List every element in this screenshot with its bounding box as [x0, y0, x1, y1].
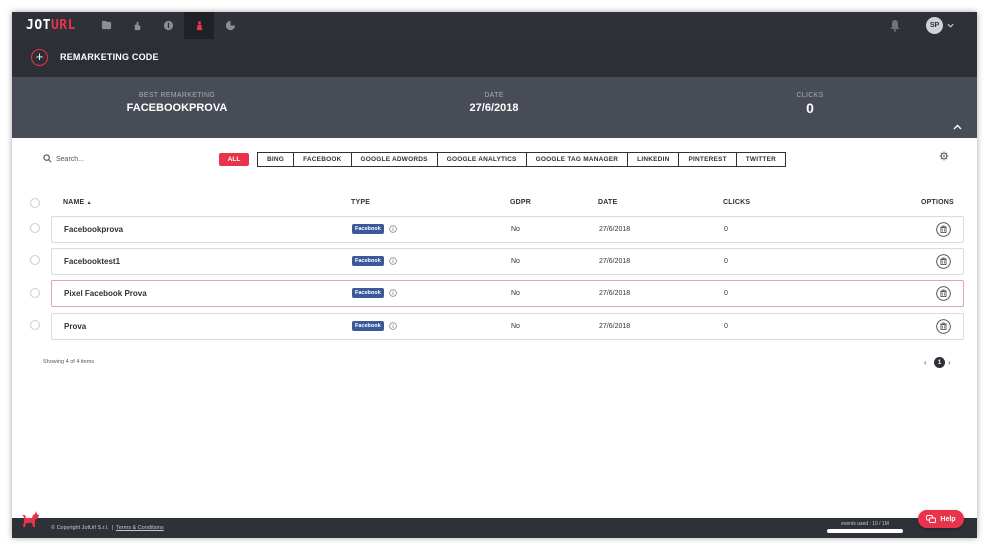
info-icon[interactable]	[389, 257, 397, 265]
copyright: © Copyright JotUrl S.r.l. | Terms & Cond…	[51, 525, 164, 531]
stat-best-remarketing: BEST REMARKETING FACEBOOKPROVA	[122, 92, 232, 114]
column-header-gdpr: GDPR	[510, 199, 532, 206]
info-icon[interactable]	[389, 289, 397, 297]
events-usage-bar	[827, 529, 903, 533]
row-gdpr: No	[511, 323, 520, 330]
filter-bing[interactable]: BING	[258, 153, 295, 166]
row-clicks: 0	[724, 323, 728, 330]
stat-label: DATE	[484, 92, 504, 99]
info-icon[interactable]	[389, 225, 397, 233]
delete-icon[interactable]	[936, 286, 951, 301]
delete-icon[interactable]	[936, 222, 951, 237]
chevron-up-icon[interactable]	[953, 124, 962, 130]
column-header-name[interactable]: NAME ▲	[63, 199, 92, 206]
row-date: 27/6/2018	[599, 323, 631, 330]
gear-icon[interactable]	[939, 151, 949, 161]
filter-button-group: BING FACEBOOK GOOGLE ADWORDS GOOGLE ANAL…	[257, 152, 787, 167]
user-avatar[interactable]: SP	[926, 17, 943, 34]
search-input[interactable]	[56, 153, 176, 165]
row-checkbox[interactable]	[30, 320, 40, 330]
stats-summary: BEST REMARKETING FACEBOOKPROVA DATE 27/6…	[12, 77, 977, 138]
stat-date: DATE 27/6/2018	[444, 92, 544, 114]
nav-stats-icon[interactable]	[215, 12, 245, 39]
pagination-page[interactable]: 1	[934, 357, 945, 368]
nav-remarketing-icon[interactable]	[184, 12, 214, 39]
row-name: Prova	[64, 322, 87, 331]
chevron-down-icon[interactable]	[947, 22, 954, 29]
chat-icon	[926, 515, 937, 523]
filter-google-adwords[interactable]: GOOGLE ADWORDS	[352, 153, 438, 166]
row-date: 27/6/2018	[599, 226, 631, 233]
table-row[interactable]: Prova Facebook No 27/6/2018 0	[51, 313, 964, 340]
top-nav-bar: JOTURL SP	[12, 12, 977, 39]
column-header-type: TYPE	[351, 199, 371, 206]
stat-label: BEST REMARKETING	[138, 92, 216, 99]
page-header: + REMARKETING CODE	[12, 39, 977, 77]
row-clicks: 0	[724, 290, 728, 297]
filter-facebook[interactable]: FACEBOOK	[294, 153, 352, 166]
column-header-options: OPTIONS	[921, 199, 954, 206]
delete-icon[interactable]	[936, 319, 951, 334]
stat-value: 0	[806, 100, 814, 116]
copyright-text: © Copyright JotUrl S.r.l.	[51, 525, 109, 531]
row-gdpr: No	[511, 290, 520, 297]
column-header-clicks: CLICKS	[723, 199, 751, 206]
footer: © Copyright JotUrl S.r.l. | Terms & Cond…	[12, 511, 977, 538]
help-button[interactable]: Help	[918, 510, 964, 528]
add-remarketing-button[interactable]: +	[31, 49, 48, 66]
filter-pinterest[interactable]: PINTEREST	[679, 153, 737, 166]
logo-text: JOT	[26, 18, 51, 33]
items-summary: Showing 4 of 4 items	[43, 359, 95, 365]
filter-google-tag-manager[interactable]: GOOGLE TAG MANAGER	[527, 153, 629, 166]
type-badge: Facebook	[352, 224, 384, 234]
events-used-label: events used : 10 / 1M	[841, 521, 889, 527]
footer-separator: |	[111, 525, 114, 531]
filter-twitter[interactable]: TWITTER	[737, 153, 785, 166]
page-title: REMARKETING CODE	[60, 52, 159, 62]
column-header-date: DATE	[598, 199, 618, 206]
table-row[interactable]: Facebooktest1 Facebook No 27/6/2018 0	[51, 248, 964, 275]
stat-label: CLICKS	[796, 92, 824, 99]
row-date: 27/6/2018	[599, 258, 631, 265]
filter-linkedin[interactable]: LINKEDIN	[628, 153, 680, 166]
select-all-checkbox[interactable]	[30, 198, 40, 208]
nav-links-icon[interactable]	[91, 12, 121, 39]
terms-link[interactable]: Terms & Conditions	[116, 525, 164, 531]
type-badge: Facebook	[352, 256, 384, 266]
type-badge: Facebook	[352, 288, 384, 298]
row-name: Facebookprova	[64, 225, 124, 234]
row-clicks: 0	[724, 258, 728, 265]
row-checkbox[interactable]	[30, 288, 40, 298]
table-row[interactable]: Pixel Facebook Prova Facebook No 27/6/20…	[51, 280, 964, 307]
search-icon	[43, 154, 52, 163]
row-name: Facebooktest1	[64, 257, 121, 266]
nav-billing-icon[interactable]	[153, 12, 183, 39]
help-label: Help	[940, 515, 956, 523]
info-icon[interactable]	[389, 322, 397, 330]
delete-icon[interactable]	[936, 254, 951, 269]
row-gdpr: No	[511, 226, 520, 233]
row-checkbox[interactable]	[30, 255, 40, 265]
stat-value: 27/6/2018	[469, 102, 519, 114]
nav-gesture-icon[interactable]	[122, 12, 152, 39]
row-name: Pixel Facebook Prova	[64, 289, 147, 298]
logo-text-accent: URL	[50, 18, 76, 33]
row-date: 27/6/2018	[599, 290, 631, 297]
jotURL-logo[interactable]: JOTURL	[26, 18, 76, 33]
app-window: JOTURL SP + REMARKETING CODE BEST REMARK…	[12, 12, 977, 538]
row-checkbox[interactable]	[30, 223, 40, 233]
mascot-logo-icon	[22, 511, 39, 527]
table-row[interactable]: Facebookprova Facebook No 27/6/2018 0	[51, 216, 964, 243]
filter-all-button[interactable]: ALL	[219, 153, 249, 166]
row-clicks: 0	[724, 226, 728, 233]
column-header-label: NAME	[63, 199, 85, 206]
stat-clicks: CLICKS 0	[780, 92, 840, 116]
bell-icon[interactable]	[889, 19, 901, 32]
pagination-next[interactable]: ›	[948, 358, 951, 367]
type-badge: Facebook	[352, 321, 384, 331]
filter-google-analytics[interactable]: GOOGLE ANALYTICS	[438, 153, 527, 166]
stat-value: FACEBOOKPROVA	[126, 102, 228, 114]
pagination-prev[interactable]: ‹	[924, 358, 927, 367]
row-gdpr: No	[511, 258, 520, 265]
